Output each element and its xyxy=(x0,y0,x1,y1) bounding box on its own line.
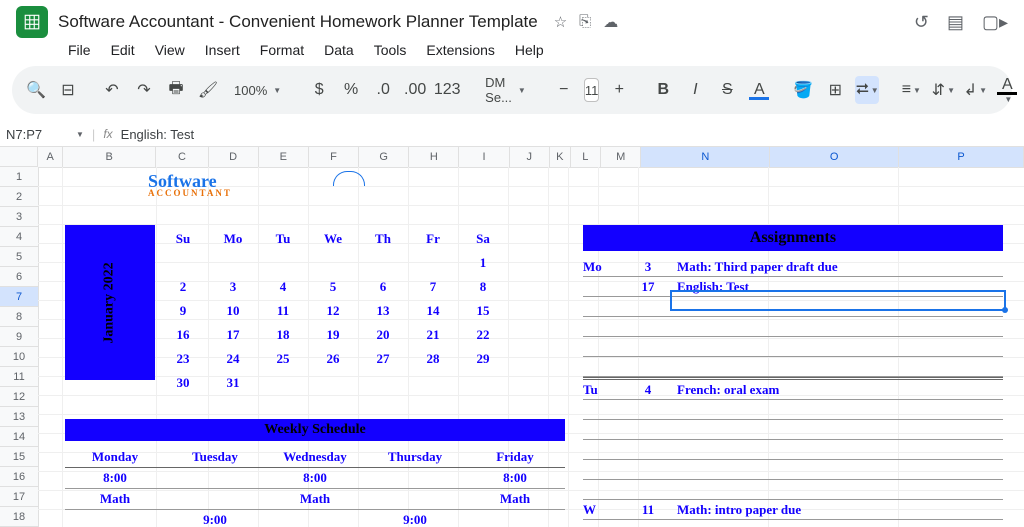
menu-bar: FileEditViewInsertFormatDataToolsExtensi… xyxy=(0,38,1024,66)
spreadsheet-grid[interactable]: ABCDEFGHIJKLMNOP 12345678910111213141516… xyxy=(0,147,1024,527)
print-icon[interactable]: 🖶 xyxy=(164,76,188,104)
row-header-1[interactable]: 1 xyxy=(0,167,39,187)
merge-icon[interactable]: ⮂▼ xyxy=(855,76,879,104)
row-header-17[interactable]: 17 xyxy=(0,487,39,507)
name-box-row: N7:P7 ▼ | fx English: Test xyxy=(0,122,1024,147)
menu-format[interactable]: Format xyxy=(252,40,312,60)
redo-icon[interactable]: ↷ xyxy=(132,76,156,104)
currency-icon[interactable]: $ xyxy=(307,76,331,104)
menu-extensions[interactable]: Extensions xyxy=(418,40,502,60)
toolbar: 🔍 ⊟ ↶ ↷ 🖶 🖌 100%▼ $ % .0 .00 123 DM Se..… xyxy=(12,66,1012,114)
col-header-N[interactable]: N xyxy=(641,147,770,167)
star-icon[interactable]: ☆ xyxy=(554,13,567,31)
row-header-5[interactable]: 5 xyxy=(0,247,39,267)
font-inc-icon[interactable]: + xyxy=(607,76,631,104)
move-icon[interactable]: ⎘ xyxy=(579,13,591,31)
italic-icon[interactable]: I xyxy=(683,76,707,104)
paint-format-icon[interactable]: 🖌 xyxy=(196,76,220,104)
undo-icon[interactable]: ↶ xyxy=(100,76,124,104)
menu-file[interactable]: File xyxy=(60,40,99,60)
name-box[interactable]: N7:P7 xyxy=(6,127,66,142)
menu-insert[interactable]: Insert xyxy=(197,40,248,60)
row-header-12[interactable]: 12 xyxy=(0,387,39,407)
calendar: SuMoTuWeThFrSa12345678910111213141516171… xyxy=(158,231,508,391)
title-bar: Software Accountant - Convenient Homewor… xyxy=(0,0,1024,38)
assignments-list: Mo3Math: Third paper draft due17English:… xyxy=(583,257,1003,520)
strike-icon[interactable]: S xyxy=(715,76,739,104)
col-header-L[interactable]: L xyxy=(571,147,602,167)
software-accountant-logo: Software ACCOUNTANT xyxy=(148,171,232,198)
sheets-logo[interactable] xyxy=(16,6,48,38)
col-header-C[interactable]: C xyxy=(156,147,208,167)
fill-color-icon[interactable]: 🪣 xyxy=(791,76,815,104)
fx-icon: fx xyxy=(103,127,112,141)
name-dropdown-icon[interactable]: ▼ xyxy=(76,130,84,139)
col-header-G[interactable]: G xyxy=(359,147,409,167)
row-header-3[interactable]: 3 xyxy=(0,207,39,227)
history-icon[interactable]: ↺ xyxy=(914,12,929,33)
col-header-O[interactable]: O xyxy=(770,147,899,167)
more-formats-icon[interactable]: 123 xyxy=(435,76,459,104)
doc-title[interactable]: Software Accountant - Convenient Homewor… xyxy=(58,12,538,32)
formula-bar[interactable]: English: Test xyxy=(121,127,194,142)
row-header-15[interactable]: 15 xyxy=(0,447,39,467)
row-header-13[interactable]: 13 xyxy=(0,407,39,427)
menu-help[interactable]: Help xyxy=(507,40,552,60)
row-header-4[interactable]: 4 xyxy=(0,227,39,247)
cloud-icon[interactable]: ☁ xyxy=(603,13,618,31)
sheet-content: Software ACCOUNTANT January 2022 SuMoTuW… xyxy=(38,167,1024,527)
row-header-18[interactable]: 18 xyxy=(0,507,39,527)
percent-icon[interactable]: % xyxy=(339,76,363,104)
menu-view[interactable]: View xyxy=(147,40,193,60)
dec-increase-icon[interactable]: .00 xyxy=(403,76,427,104)
meet-icon[interactable]: ▢▸ xyxy=(982,12,1008,33)
row-header-14[interactable]: 14 xyxy=(0,427,39,447)
dec-decrease-icon[interactable]: .0 xyxy=(371,76,395,104)
row-header-9[interactable]: 9 xyxy=(0,327,39,347)
halign-icon[interactable]: ≡▼ xyxy=(899,76,923,104)
col-header-M[interactable]: M xyxy=(601,147,641,167)
row-header-7[interactable]: 7 xyxy=(0,287,39,307)
font-dec-icon[interactable]: − xyxy=(552,76,576,104)
bold-icon[interactable]: B xyxy=(651,76,675,104)
wrap-icon[interactable]: ↲▼ xyxy=(963,76,987,104)
row-header-2[interactable]: 2 xyxy=(0,187,39,207)
col-header-H[interactable]: H xyxy=(409,147,459,167)
col-header-F[interactable]: F xyxy=(309,147,359,167)
assignments-header: Assignments xyxy=(583,225,1003,251)
valign-icon[interactable]: ⇵▼ xyxy=(931,76,955,104)
col-header-A[interactable]: A xyxy=(38,147,63,167)
borders-icon[interactable]: ⊞ xyxy=(823,76,847,104)
row-header-6[interactable]: 6 xyxy=(0,267,39,287)
font-select[interactable]: DM Se...▼ xyxy=(479,76,532,104)
select-all-corner[interactable] xyxy=(0,147,38,167)
col-header-P[interactable]: P xyxy=(899,147,1024,167)
text-color-icon[interactable]: A xyxy=(747,76,771,104)
weekly-schedule: MondayTuesdayWednesdayThursdayFriday8:00… xyxy=(65,447,565,527)
menu-tools[interactable]: Tools xyxy=(366,40,415,60)
rotate-icon[interactable]: A▼ xyxy=(995,76,1019,104)
comment-icon[interactable]: ▤ xyxy=(947,12,964,33)
menu-data[interactable]: Data xyxy=(316,40,362,60)
unknown-icon[interactable]: ⊟ xyxy=(56,76,80,104)
row-header-10[interactable]: 10 xyxy=(0,347,39,367)
weekly-schedule-header: Weekly Schedule xyxy=(65,419,565,441)
row-header-8[interactable]: 8 xyxy=(0,307,39,327)
col-header-B[interactable]: B xyxy=(63,147,156,167)
font-size-input[interactable]: 11 xyxy=(584,78,600,102)
menu-edit[interactable]: Edit xyxy=(103,40,143,60)
zoom-select[interactable]: 100%▼ xyxy=(228,76,287,104)
search-icon[interactable]: 🔍 xyxy=(24,76,48,104)
col-header-K[interactable]: K xyxy=(550,147,571,167)
col-header-D[interactable]: D xyxy=(209,147,259,167)
col-header-I[interactable]: I xyxy=(459,147,509,167)
col-header-E[interactable]: E xyxy=(259,147,309,167)
col-header-J[interactable]: J xyxy=(510,147,550,167)
row-header-11[interactable]: 11 xyxy=(0,367,39,387)
month-label: January 2022 xyxy=(102,262,118,343)
row-header-16[interactable]: 16 xyxy=(0,467,39,487)
month-box: January 2022 xyxy=(65,225,155,380)
